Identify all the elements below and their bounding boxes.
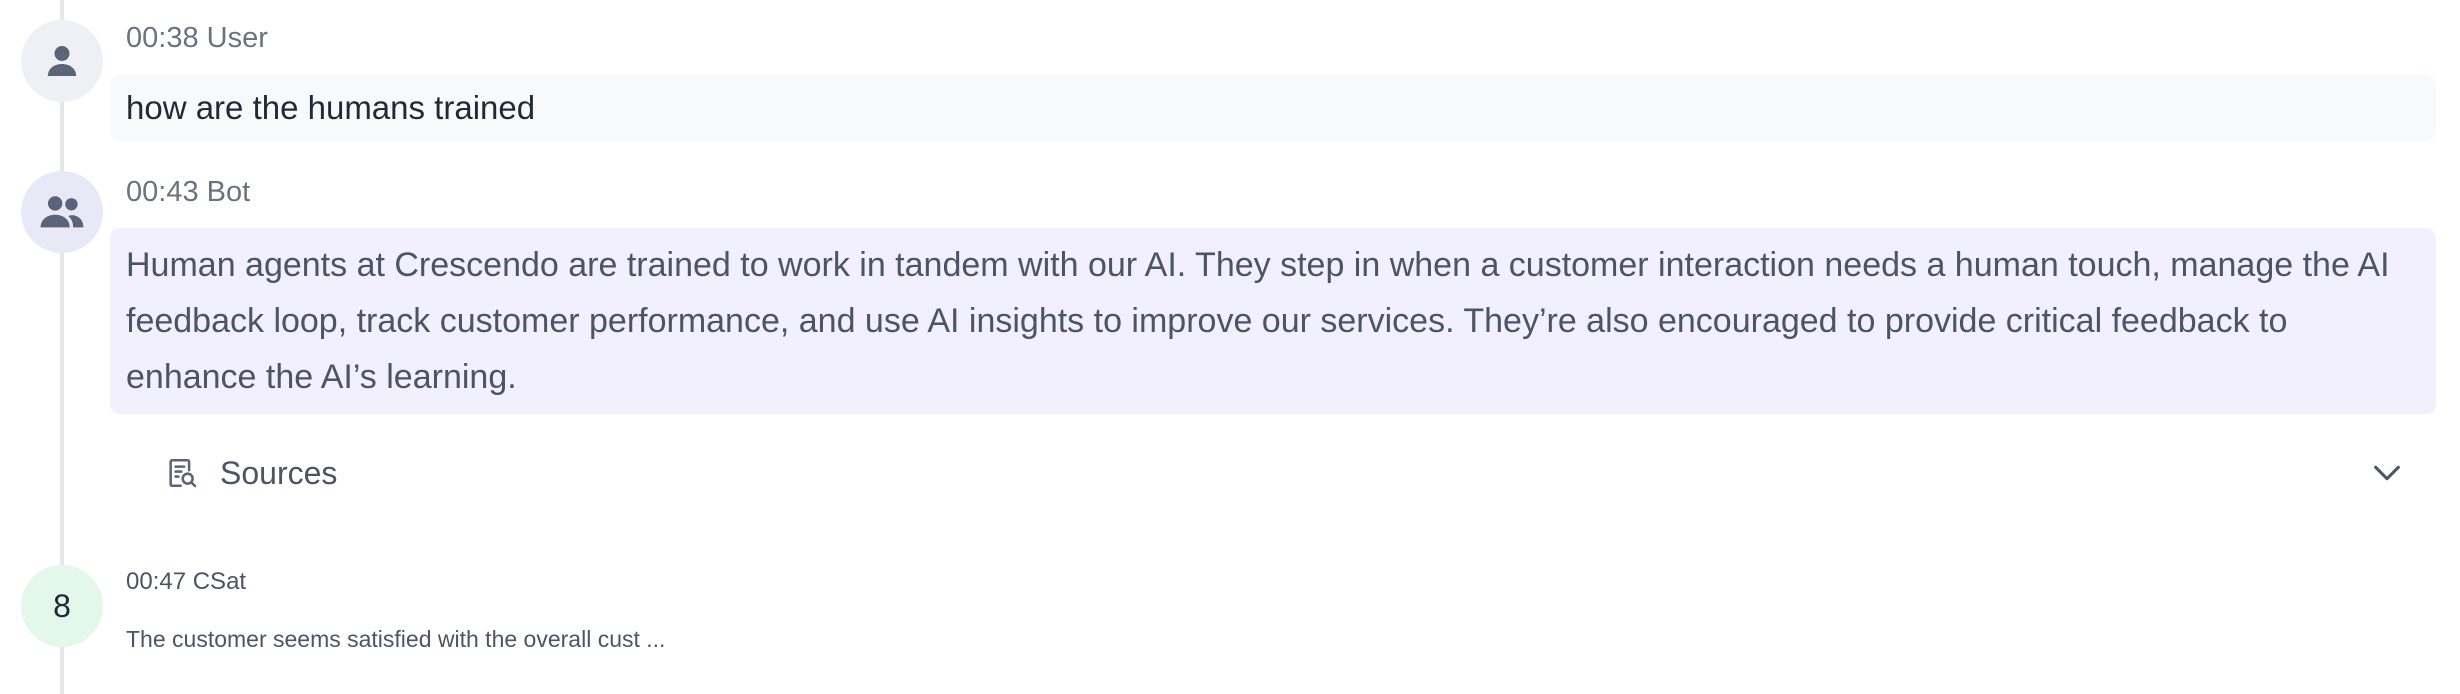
- csat-score: 8: [53, 587, 71, 624]
- document-search-icon: [164, 455, 200, 491]
- bot-message-meta: 00:43 Bot: [126, 176, 251, 208]
- chevron-down-icon[interactable]: [2370, 456, 2404, 490]
- bot-message-bubble: Human agents at Crescendo are trained to…: [110, 228, 2436, 414]
- sources-toggle[interactable]: Sources: [164, 448, 2404, 498]
- user-avatar: [21, 20, 103, 102]
- user-message-bubble: how are the humans trained: [110, 75, 2436, 141]
- csat-score-badge: 8: [21, 565, 103, 647]
- csat-meta: 00:47 CSat: [126, 568, 247, 595]
- group-icon: [38, 192, 86, 232]
- user-message-meta: 00:38 User: [126, 22, 268, 54]
- sources-label: Sources: [220, 454, 338, 491]
- person-icon: [42, 41, 82, 81]
- csat-summary: The customer seems satisfied with the ov…: [126, 626, 666, 652]
- bot-avatar: [21, 171, 103, 253]
